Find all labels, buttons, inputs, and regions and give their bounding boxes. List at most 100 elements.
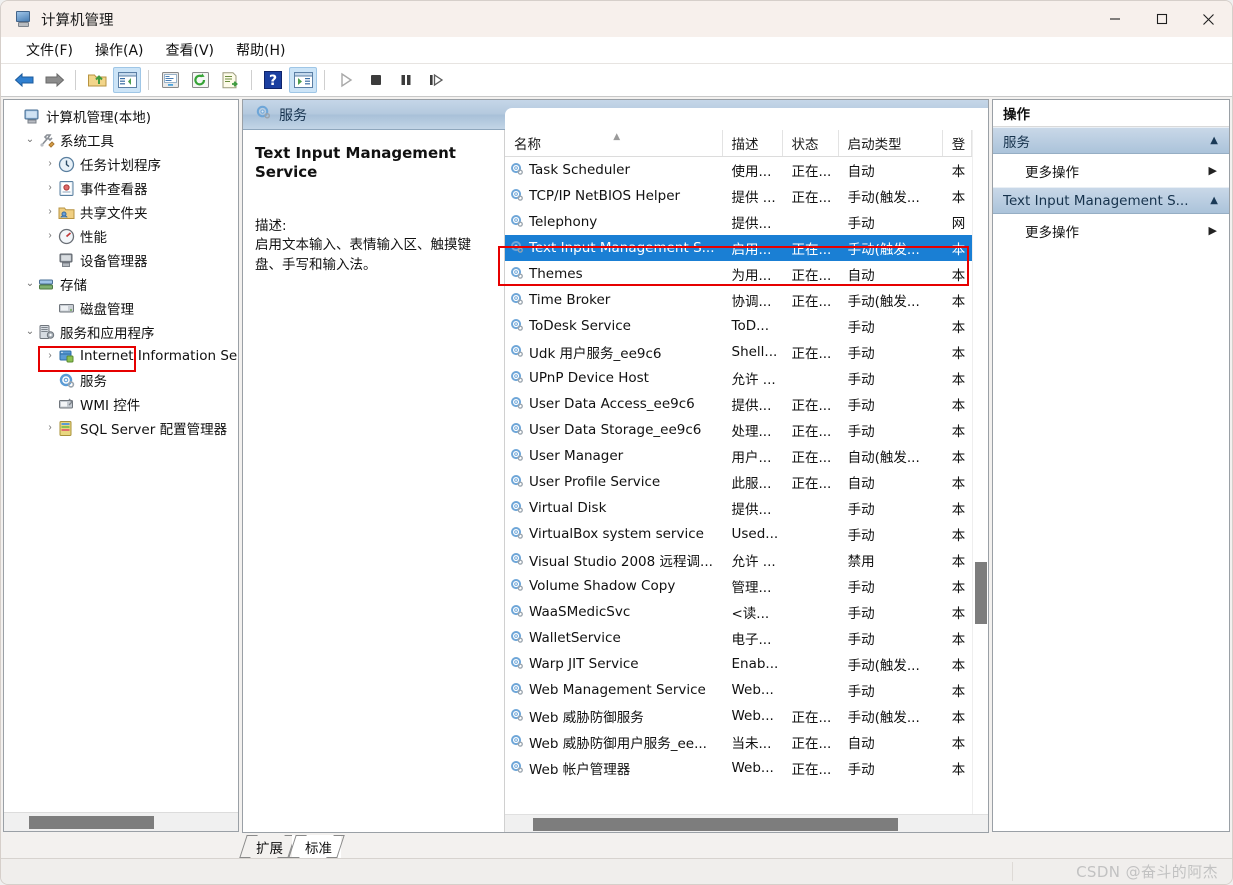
tree-item-wmi-control[interactable]: › WMI 控件 [4, 392, 238, 416]
services-horizontal-scrollbar[interactable] [505, 814, 988, 832]
column-header-log-on-as[interactable]: 登 [943, 130, 972, 156]
chevron-right-icon[interactable]: › [42, 183, 58, 193]
properties-icon[interactable] [156, 67, 184, 93]
service-name-text: Task Scheduler [529, 162, 631, 178]
chevron-right-icon[interactable]: › [42, 207, 58, 217]
table-row[interactable]: Udk 用户服务_ee9c6 Shell... 正在... 手动 本 [505, 339, 972, 365]
table-row[interactable]: Web 威胁防御用户服务_ee... 当未... 正在... 自动 本 [505, 729, 972, 755]
tree-item-services-and-applications[interactable]: ⌄ 服务和应用程序 [4, 320, 238, 344]
table-row[interactable]: Themes 为用... 正在... 自动 本 [505, 261, 972, 287]
tree-item-sql-server-configuration-manager[interactable]: › SQL Server 配置管理器 [4, 416, 238, 440]
close-button[interactable] [1185, 1, 1232, 37]
table-row[interactable]: Time Broker 协调... 正在... 手动(触发... 本 [505, 287, 972, 313]
table-row[interactable]: Warp JIT Service Enab... 手动(触发... 本 [505, 651, 972, 677]
table-row[interactable]: User Manager 用户... 正在... 自动(触发... 本 [505, 443, 972, 469]
table-row[interactable]: User Profile Service 此服... 正在... 自动 本 [505, 469, 972, 495]
chevron-down-icon[interactable]: ⌄ [22, 327, 38, 337]
table-row[interactable]: Volume Shadow Copy 管理... 手动 本 [505, 573, 972, 599]
start-service-icon[interactable] [332, 67, 360, 93]
tree-item-device-manager[interactable]: › 设备管理器 [4, 248, 238, 272]
cell-startup-type: 禁用 [847, 554, 875, 570]
table-row[interactable]: Web Management Service Web... 手动 本 [505, 677, 972, 703]
tree-item-shared-folders[interactable]: › 共享文件夹 [4, 200, 238, 224]
minimize-button[interactable] [1091, 1, 1138, 37]
menu-view[interactable]: 查看(V) [155, 37, 226, 63]
show-hide-console-tree-icon[interactable] [113, 67, 141, 93]
column-header-status[interactable]: 状态 [783, 130, 839, 156]
restart-service-icon[interactable] [422, 67, 450, 93]
tree-item-task-scheduler[interactable]: › 任务计划程序 [4, 152, 238, 176]
back-icon[interactable] [10, 67, 38, 93]
cell-description: 管理... [731, 580, 772, 596]
tree-scrollbar-thumb[interactable] [29, 816, 154, 829]
services-scrollbar-thumb[interactable] [975, 562, 987, 624]
table-row[interactable]: WalletService 电子... 手动 本 [505, 625, 972, 651]
tree-item-storage[interactable]: ⌄ 存储 [4, 272, 238, 296]
actions-group-label: 服务 [1003, 134, 1030, 151]
stop-service-icon[interactable] [362, 67, 390, 93]
chevron-right-icon[interactable]: › [42, 159, 58, 169]
cell-service-name: WalletService [505, 629, 723, 648]
watermark: CSDN @奋斗的阿杰 [1076, 863, 1218, 881]
table-row[interactable]: WaaSMedicSvc <读... 手动 本 [505, 599, 972, 625]
help-icon[interactable]: ? [259, 67, 287, 93]
table-row[interactable]: Web 威胁防御服务 Web... 正在... 手动(触发... 本 [505, 703, 972, 729]
view-tabs: 扩展 标准 [239, 833, 989, 858]
table-row[interactable]: Task Scheduler 使用... 正在... 自动 本 [505, 157, 972, 183]
table-row[interactable]: VirtualBox system service Used... 手动 本 [505, 521, 972, 547]
action-more-actions-services[interactable]: 更多操作 ▶ [993, 154, 1229, 187]
service-name-text: WaaSMedicSvc [529, 604, 631, 620]
services-icon [255, 104, 271, 125]
column-header-name[interactable]: 名称 ▲ [505, 130, 723, 156]
services-hscrollbar-thumb[interactable] [533, 818, 898, 831]
column-header-description[interactable]: 描述 [723, 130, 783, 156]
tab-extended[interactable]: 扩展 [239, 835, 296, 858]
tree-item-internet-information-services[interactable]: › Internet Information Se [4, 344, 238, 368]
show-action-pane-icon[interactable] [289, 67, 317, 93]
refresh-icon[interactable] [186, 67, 214, 93]
chevron-up-icon[interactable]: ▲ [1210, 135, 1218, 146]
tree-item-system-tools[interactable]: ⌄ 系统工具 [4, 128, 238, 152]
chevron-up-icon[interactable]: ▲ [1210, 195, 1218, 206]
tree-item-computer-management[interactable]: › 计算机管理(本地) [4, 104, 238, 128]
service-name-text: Virtual Disk [529, 500, 607, 516]
menu-help[interactable]: 帮助(H) [225, 37, 296, 63]
table-row[interactable]: Web 帐户管理器 Web... 正在... 手动 本 [505, 755, 972, 781]
export-list-icon[interactable] [216, 67, 244, 93]
actions-group-services[interactable]: 服务 ▲ [993, 127, 1229, 154]
action-more-actions-selected-service[interactable]: 更多操作 ▶ [993, 214, 1229, 247]
maximize-button[interactable] [1138, 1, 1185, 37]
table-row[interactable]: ToDesk Service ToD... 手动 本 [505, 313, 972, 339]
pause-service-icon[interactable] [392, 67, 420, 93]
table-row[interactable]: Telephony 提供... 手动 网 [505, 209, 972, 235]
table-row[interactable]: UPnP Device Host 允许 ... 手动 本 [505, 365, 972, 391]
service-name-text: Time Broker [529, 292, 611, 308]
services-vertical-scrollbar[interactable] [972, 130, 988, 814]
column-header-startup-type[interactable]: 启动类型 [839, 130, 943, 156]
cell-startup-type: 手动 [847, 580, 875, 596]
tab-standard[interactable]: 标准 [288, 835, 345, 858]
tree-item-services[interactable]: › 服务 [4, 368, 238, 392]
menu-file[interactable]: 文件(F) [15, 37, 84, 63]
chevron-right-icon[interactable]: › [42, 231, 58, 241]
actions-group-selected-service[interactable]: Text Input Management S... ▲ [993, 187, 1229, 214]
cell-log-on-as: 本 [951, 658, 966, 674]
menu-action[interactable]: 操作(A) [84, 37, 155, 63]
chevron-right-icon[interactable]: › [42, 423, 58, 433]
tree-item-performance[interactable]: › 性能 [4, 224, 238, 248]
chevron-right-icon[interactable]: › [42, 351, 58, 361]
tree-horizontal-scrollbar[interactable] [4, 812, 238, 831]
up-folder-icon[interactable] [83, 67, 111, 93]
chevron-down-icon[interactable]: ⌄ [22, 135, 38, 145]
table-row[interactable]: User Data Storage_ee9c6 处理... 正在... 手动 本 [505, 417, 972, 443]
tree-item-disk-management[interactable]: › 磁盘管理 [4, 296, 238, 320]
disk-management-icon [58, 300, 75, 317]
table-row[interactable]: Text Input Management S... 启用... 正在... 手动(触… [505, 235, 972, 261]
table-row[interactable]: Virtual Disk 提供... 手动 本 [505, 495, 972, 521]
chevron-down-icon[interactable]: ⌄ [22, 279, 38, 289]
forward-icon[interactable] [40, 67, 68, 93]
table-row[interactable]: User Data Access_ee9c6 提供... 正在... 手动 本 [505, 391, 972, 417]
tree-item-event-viewer[interactable]: › 事件查看器 [4, 176, 238, 200]
table-row[interactable]: TCP/IP NetBIOS Helper 提供 ... 正在... 手动(触发...… [505, 183, 972, 209]
table-row[interactable]: Visual Studio 2008 远程调... 允许 ... 禁用 本 [505, 547, 972, 573]
